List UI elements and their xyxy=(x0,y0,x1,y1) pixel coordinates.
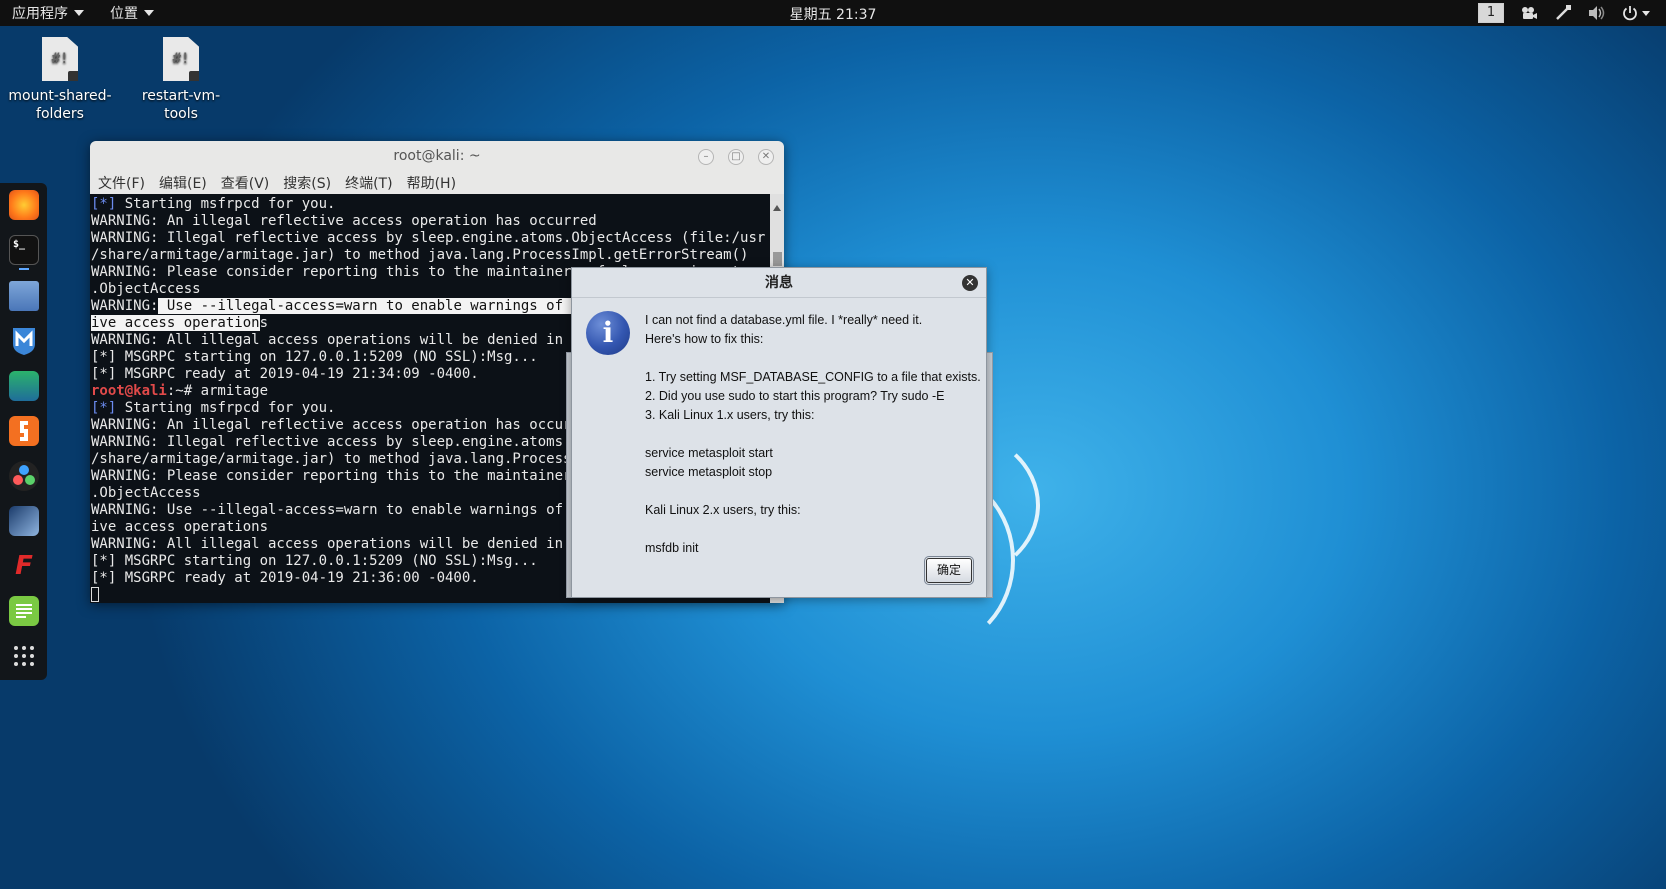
burpsuite-icon[interactable] xyxy=(9,416,39,446)
terminal-text: ive access operation xyxy=(91,315,260,331)
terminal-text: s xyxy=(259,315,269,331)
menu-edit[interactable]: 编辑(E) xyxy=(159,173,207,193)
files-folder-icon[interactable] xyxy=(9,281,39,311)
scrollbar-thumb[interactable] xyxy=(773,252,782,266)
terminal-text: [*] MSGRPC starting on 127.0.0.1:5209 (N… xyxy=(91,349,538,365)
text-cursor xyxy=(91,587,99,602)
close-icon[interactable]: ✕ xyxy=(758,149,774,165)
show-applications-grid-icon[interactable] xyxy=(9,641,39,671)
menu-file[interactable]: 文件(F) xyxy=(98,173,145,193)
faraday-icon[interactable]: F xyxy=(9,551,39,581)
desktop-icon-label: mount-shared- folders xyxy=(8,88,112,122)
dialog-title: 消息 xyxy=(765,275,793,291)
terminal-text: WARNING: An illegal reflective access op… xyxy=(91,213,597,229)
terminal-text: [*] MSGRPC ready at 2019-04-19 21:36:00 … xyxy=(91,570,479,586)
info-icon: i xyxy=(586,311,630,355)
terminal-titlebar[interactable]: root@kali: ~ – □ ✕ xyxy=(90,141,784,172)
terminal-text: .ObjectAccess xyxy=(91,485,201,501)
top-panel: 应用程序 位置 星期五 21:37 1 xyxy=(0,0,1666,26)
menu-search[interactable]: 搜索(S) xyxy=(283,173,331,193)
script-file-icon: #! xyxy=(163,37,199,81)
chevron-down-icon xyxy=(144,10,154,16)
terminal-line: WARNING: Illegal reflective access by sl… xyxy=(91,230,770,247)
network-wired-icon[interactable] xyxy=(1554,5,1572,21)
video-camera-icon[interactable] xyxy=(1520,5,1538,21)
desktop-icon-restart-vm-tools[interactable]: #! restart-vm- tools xyxy=(126,37,236,123)
menu-terminal[interactable]: 终端(T) xyxy=(345,173,392,193)
dialog-titlebar[interactable]: 消息 ✕ xyxy=(572,268,986,298)
chevron-down-icon xyxy=(1642,10,1650,16)
terminal-text: Starting msfrpcd for you. xyxy=(116,400,336,416)
terminal-text: WARNING: Illegal reflective access by sl… xyxy=(91,230,766,246)
clock[interactable]: 星期五 21:37 xyxy=(0,4,1666,24)
terminal-text: ive access operations xyxy=(91,519,269,535)
armitage-icon[interactable] xyxy=(9,371,39,401)
close-icon[interactable]: ✕ xyxy=(962,275,978,291)
chevron-down-icon xyxy=(74,10,84,16)
text-editor-icon[interactable] xyxy=(9,596,39,626)
beef-icon[interactable] xyxy=(9,506,39,536)
terminal-line: WARNING: An illegal reflective access op… xyxy=(91,213,770,230)
volume-icon[interactable] xyxy=(1588,5,1606,21)
places-menu[interactable]: 位置 xyxy=(94,0,164,26)
script-file-icon: #! xyxy=(42,37,78,81)
terminal-text: [*] xyxy=(91,196,117,212)
power-icon[interactable] xyxy=(1622,5,1652,21)
metasploit-icon[interactable] xyxy=(9,326,39,356)
maltego-icon[interactable] xyxy=(9,461,39,491)
system-tray: 1 xyxy=(1478,0,1652,26)
minimize-icon[interactable]: – xyxy=(698,149,714,165)
scroll-up-arrow-icon[interactable] xyxy=(773,196,781,211)
workspace-indicator[interactable]: 1 xyxy=(1478,3,1504,23)
active-indicator xyxy=(19,268,29,270)
terminal-icon[interactable]: $_ xyxy=(9,235,39,265)
dock: $_ F xyxy=(0,183,47,680)
ok-button[interactable]: 确定 xyxy=(926,558,972,583)
terminal-line: [*] Starting msfrpcd for you. xyxy=(91,196,770,213)
maximize-icon[interactable]: □ xyxy=(728,149,744,165)
window-title: root@kali: ~ xyxy=(393,148,481,164)
terminal-text: WARNING: xyxy=(91,298,159,314)
symlink-arrow-icon xyxy=(189,71,199,81)
firefox-icon[interactable] xyxy=(9,190,39,220)
terminal-text: /share/armitage/armitage.jar) to method … xyxy=(91,247,749,263)
applications-menu-label: 应用程序 xyxy=(12,6,68,22)
terminal-text: [*] MSGRPC ready at 2019-04-19 21:34:09 … xyxy=(91,366,479,382)
places-menu-label: 位置 xyxy=(110,6,138,22)
dialog-message: I can not find a database.yml file. I *r… xyxy=(645,313,981,555)
terminal-text: Starting msfrpcd for you. xyxy=(116,196,336,212)
terminal-text: root@kali xyxy=(91,383,167,399)
terminal-text: WARNING: An illegal reflective access op… xyxy=(91,417,597,433)
terminal-line: /share/armitage/armitage.jar) to method … xyxy=(91,247,770,264)
terminal-text: [*] xyxy=(91,400,117,416)
applications-menu[interactable]: 应用程序 xyxy=(0,0,94,26)
menu-view[interactable]: 查看(V) xyxy=(221,173,270,193)
terminal-text: .ObjectAccess xyxy=(91,281,201,297)
desktop-icon-label: restart-vm- tools xyxy=(141,88,221,122)
terminal-text: [*] MSGRPC starting on 127.0.0.1:5209 (N… xyxy=(91,553,538,569)
symlink-arrow-icon xyxy=(68,71,78,81)
message-dialog[interactable]: 消息 ✕ i I can not find a database.yml fil… xyxy=(571,267,987,598)
terminal-menubar: 文件(F) 编辑(E) 查看(V) 搜索(S) 终端(T) 帮助(H) xyxy=(90,172,784,194)
menu-help[interactable]: 帮助(H) xyxy=(407,173,456,193)
terminal-text: :~# armitage xyxy=(166,383,269,399)
desktop-icon-mount-shared-folders[interactable]: #! mount-shared- folders xyxy=(5,37,115,123)
